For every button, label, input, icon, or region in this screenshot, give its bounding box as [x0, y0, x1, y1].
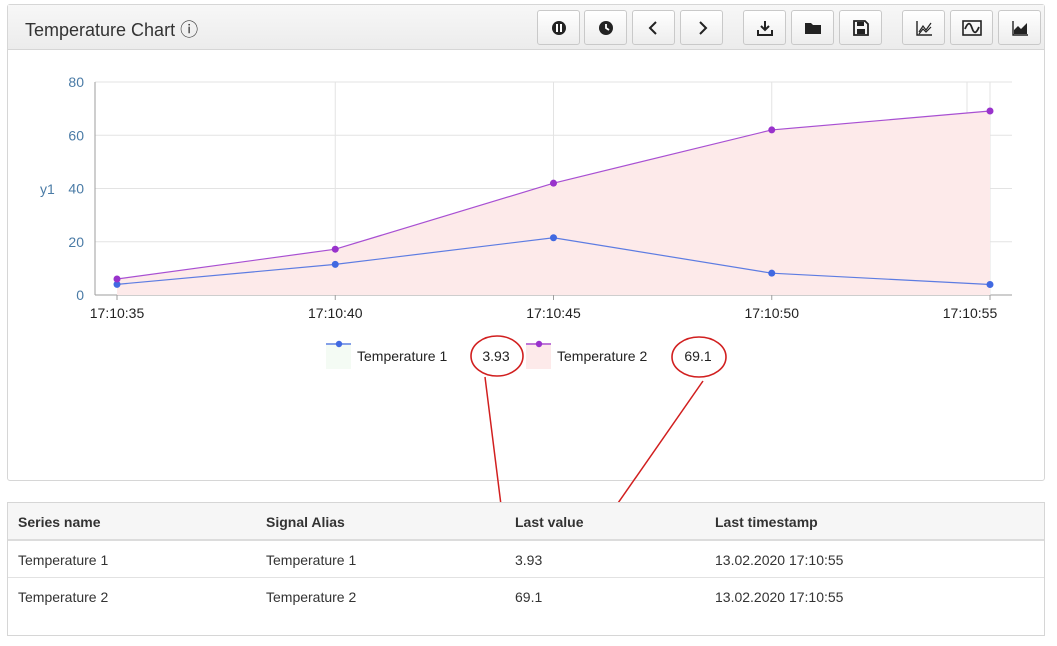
table-row: Temperature 1 Temperature 1 3.93 13.02.2… [8, 541, 1044, 578]
header-series-name: Series name [18, 514, 101, 530]
x-tick-label: 17:10:35 [90, 305, 145, 321]
y-tick-label: 20 [68, 234, 84, 250]
data-point [986, 281, 994, 289]
legend-series-value: 69.1 [684, 348, 711, 364]
legend-swatch-point [335, 340, 343, 348]
data-point [550, 179, 557, 187]
series-table: Series name Signal Alias Last value Last… [7, 502, 1045, 636]
header-last-value: Last value [515, 514, 584, 530]
cell-signal-alias: Temperature 2 [266, 589, 357, 605]
cell-last-timestamp: 13.02.2020 17:10:55 [715, 589, 844, 605]
x-tick-label: 17:10:40 [308, 305, 363, 321]
x-tick-label: 17:10:50 [745, 305, 800, 321]
x-tick-label: 17:10:55 [943, 305, 998, 321]
header-last-timestamp: Last timestamp [715, 514, 818, 530]
cell-last-value: 3.93 [515, 552, 543, 568]
data-point [331, 260, 339, 268]
data-point [768, 269, 776, 277]
cell-series-name: Temperature 1 [18, 552, 109, 568]
x-tick-label: 17:10:45 [526, 305, 581, 321]
legend-series-name: Temperature 2 [557, 348, 647, 364]
legend-swatch-point [535, 340, 543, 348]
y-tick-label: 80 [68, 74, 84, 90]
legend-series-name: Temperature 1 [357, 348, 447, 364]
y-tick-label: 0 [76, 287, 84, 303]
y-axis-label: y1 [40, 181, 55, 197]
cell-signal-alias: Temperature 1 [266, 552, 357, 568]
cell-last-timestamp: 13.02.2020 17:10:55 [715, 552, 844, 568]
cell-last-value: 69.1 [515, 589, 543, 605]
data-point [113, 275, 121, 283]
y-tick-label: 60 [68, 127, 84, 143]
cell-series-name: Temperature 2 [18, 589, 109, 605]
table-row: Temperature 2 Temperature 2 69.1 13.02.2… [8, 578, 1044, 615]
table-header-row: Series name Signal Alias Last value Last… [8, 503, 1044, 541]
data-point [550, 234, 557, 242]
data-point [331, 245, 339, 253]
data-point [768, 126, 776, 134]
legend-series-value: 3.93 [482, 348, 509, 364]
data-point [986, 107, 994, 115]
y-tick-label: 40 [68, 181, 84, 197]
header-signal-alias: Signal Alias [266, 514, 345, 530]
